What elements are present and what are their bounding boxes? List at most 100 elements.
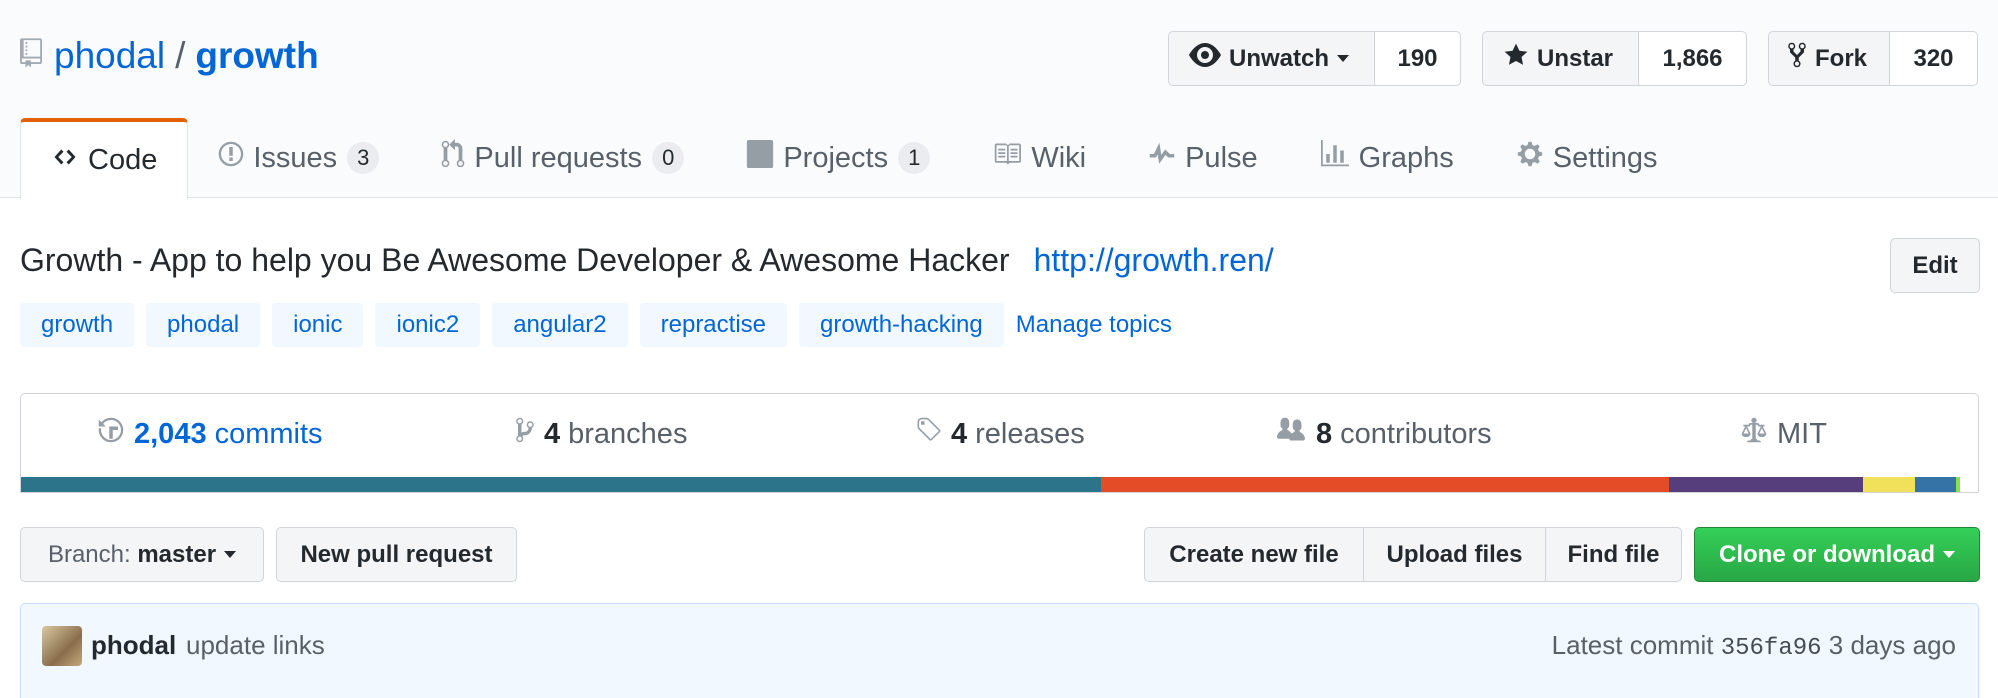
edit-description-button[interactable]: Edit: [1890, 238, 1980, 293]
create-new-file-button[interactable]: Create new file: [1144, 527, 1364, 582]
tab-pull-requests[interactable]: Pull requests 0: [441, 118, 685, 198]
commits-count: 2,043: [134, 417, 207, 450]
tab-graphs[interactable]: Graphs: [1320, 118, 1454, 198]
repo-header: phodal / growth Unwatch 190 Unstar 1,866…: [0, 0, 1998, 199]
unwatch-label: Unwatch: [1229, 44, 1330, 72]
commit-message-link[interactable]: update links: [186, 630, 325, 661]
issue-icon: [218, 140, 253, 176]
topic-tag[interactable]: growth: [20, 303, 135, 347]
tab-label: Pulse: [1185, 141, 1258, 174]
people-icon: [1275, 416, 1316, 452]
clone-download-button[interactable]: Clone or download: [1694, 527, 1980, 582]
topic-tag[interactable]: ionic2: [375, 303, 481, 347]
description-text: Growth - App to help you Be Awesome Deve…: [20, 242, 1010, 278]
homepage-link[interactable]: http://growth.ren/: [1034, 242, 1274, 278]
repo-icon: [20, 35, 42, 77]
find-file-button[interactable]: Find file: [1546, 527, 1682, 582]
tab-issues[interactable]: Issues 3: [218, 118, 380, 198]
branches-count: 4: [544, 417, 561, 450]
graph-icon: [1320, 140, 1359, 176]
tab-label: Settings: [1552, 141, 1658, 174]
language-segment[interactable]: [1915, 477, 1957, 492]
topic-tag[interactable]: angular2: [492, 303, 628, 347]
tab-settings[interactable]: Settings: [1516, 118, 1658, 198]
tab-label: Pull requests: [474, 141, 643, 174]
watchers-count[interactable]: 190: [1375, 31, 1461, 86]
repo-separator: /: [175, 35, 186, 76]
repo-owner-link[interactable]: phodal: [54, 35, 165, 77]
branches-label: branches: [568, 417, 688, 450]
unstar-label: Unstar: [1537, 44, 1614, 72]
contributors-link[interactable]: 8 contributors: [1275, 394, 1492, 474]
branch-select-button[interactable]: Branch: master: [20, 527, 264, 582]
tab-label: Issues: [253, 141, 338, 174]
gear-icon: [1516, 140, 1553, 176]
clone-label: Clone or download: [1719, 540, 1935, 568]
repo-nav: Code Issues 3 Pull requests 0 Projects 1…: [20, 118, 1658, 199]
star-action: Unstar 1,866: [1482, 31, 1747, 86]
branch-name: master: [137, 540, 217, 568]
book-icon: [992, 140, 1031, 176]
topic-tag[interactable]: ionic: [272, 303, 364, 347]
language-segment[interactable]: [1101, 477, 1669, 492]
upload-files-button[interactable]: Upload files: [1364, 527, 1546, 582]
project-icon: [746, 140, 783, 176]
latest-commit-info: Latest commit 356fa96 3 days ago: [1552, 630, 1956, 662]
chevron-down-icon: [1943, 551, 1955, 558]
manage-topics-link[interactable]: Manage topics: [1016, 311, 1172, 339]
contributors-label: contributors: [1340, 417, 1492, 450]
branch-icon: [515, 416, 544, 452]
topic-tag[interactable]: repractise: [639, 303, 787, 347]
license-link[interactable]: MIT: [1740, 394, 1827, 474]
contributors-count: 8: [1316, 417, 1333, 450]
tag-icon: [914, 416, 951, 452]
tab-pulse[interactable]: Pulse: [1148, 118, 1258, 198]
unstar-button[interactable]: Unstar: [1482, 31, 1639, 86]
law-icon: [1740, 416, 1777, 452]
avatar[interactable]: [42, 626, 82, 666]
repo-name-link[interactable]: growth: [195, 35, 318, 77]
language-segment[interactable]: [1668, 477, 1863, 492]
stargazers-count[interactable]: 1,866: [1639, 31, 1747, 86]
language-segment[interactable]: [1862, 477, 1916, 492]
commit-sha-link[interactable]: 356fa96: [1721, 635, 1822, 662]
tab-projects[interactable]: Projects 1: [746, 118, 931, 198]
branches-link[interactable]: 4 branches: [515, 394, 687, 474]
releases-label: releases: [975, 417, 1085, 450]
fork-label: Fork: [1815, 44, 1868, 72]
star-icon: [1503, 42, 1537, 75]
tab-label: Graphs: [1358, 141, 1454, 174]
tab-wiki[interactable]: Wiki: [992, 118, 1086, 198]
language-segment[interactable]: [1956, 477, 1961, 492]
pull-request-icon: [441, 139, 474, 177]
history-icon: [97, 416, 134, 452]
file-actions: Create new file Upload files Find file: [1144, 527, 1682, 582]
projects-counter: 1: [898, 142, 931, 174]
watch-action: Unwatch 190: [1168, 31, 1461, 86]
releases-link[interactable]: 4 releases: [914, 394, 1085, 474]
tab-label: Wiki: [1031, 141, 1087, 174]
pulse-icon: [1148, 140, 1185, 176]
commit-author-link[interactable]: phodal: [91, 630, 176, 661]
commits-link[interactable]: 2,043 commits: [97, 394, 323, 474]
language-bar[interactable]: [21, 477, 1978, 492]
latest-commit-bar: phodal update links Latest commit 356fa9…: [20, 603, 1979, 698]
fork-button[interactable]: Fork: [1768, 31, 1890, 86]
commits-label: commits: [214, 417, 323, 450]
repo-title: phodal / growth: [20, 34, 319, 78]
releases-count: 4: [951, 417, 968, 450]
topic-tag[interactable]: phodal: [146, 303, 261, 347]
numbers-summary: 2,043 commits 4 branches 4 releases 8 co…: [20, 393, 1979, 493]
language-segment[interactable]: [21, 477, 1102, 492]
forks-count[interactable]: 320: [1890, 31, 1978, 86]
new-pull-request-button[interactable]: New pull request: [276, 527, 517, 582]
tab-code[interactable]: Code: [20, 118, 189, 199]
tab-label: Projects: [783, 141, 889, 174]
fork-icon: [1787, 41, 1815, 76]
unwatch-button[interactable]: Unwatch: [1168, 31, 1375, 86]
chevron-down-icon: [224, 551, 237, 558]
code-icon: [51, 144, 88, 177]
issues-counter: 3: [347, 142, 380, 174]
topic-tag[interactable]: growth-hacking: [799, 303, 1004, 347]
eye-icon: [1189, 43, 1229, 74]
